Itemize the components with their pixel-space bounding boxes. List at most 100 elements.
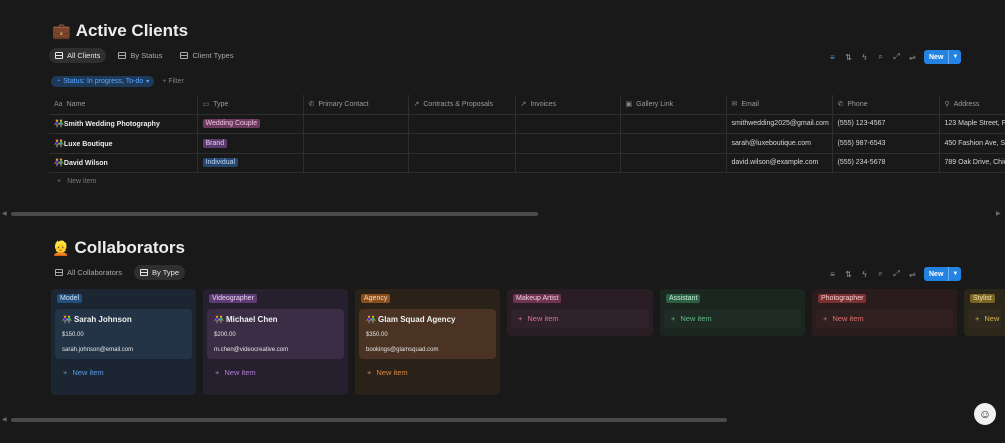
cell-primary-contact[interactable] [303, 153, 409, 173]
column-header-contracts[interactable]: ↗ Contracts & Proposals [408, 95, 516, 115]
scroll-right-icon[interactable]: ▶ [996, 210, 1001, 217]
cell-invoices[interactable] [515, 114, 621, 134]
settings-icon[interactable]: ⇌ [908, 53, 917, 62]
cell-contracts[interactable] [408, 153, 516, 173]
tab-client-types[interactable]: Client Types [174, 48, 239, 63]
type-tag: Brand [202, 138, 228, 148]
tab-by-type[interactable]: By Type [134, 265, 185, 280]
cell-primary-contact[interactable] [303, 133, 409, 154]
column-header-type[interactable]: ▭ Type [197, 95, 304, 115]
cell-phone[interactable]: (555) 123-4567 [832, 114, 940, 134]
status-filter-chip[interactable]: ◔ Status: In progress, To-do ▾ [51, 76, 155, 87]
column-header-address[interactable]: ⚲ Address [939, 95, 1005, 115]
expand-icon[interactable]: ⤢ [892, 269, 901, 279]
horizontal-scrollbar-collaborators[interactable] [11, 418, 727, 422]
column-header-name[interactable]: Aa Name [49, 95, 198, 115]
cell-primary-contact[interactable] [303, 114, 409, 134]
people-icon: 👫 [54, 119, 64, 129]
cell-phone[interactable]: (555) 234-5678 [832, 153, 940, 173]
help-assistant-button[interactable]: ☺ [974, 403, 996, 425]
new-button-clients[interactable]: New ▼ [924, 50, 962, 64]
board-column-videographer: Videographer 👫 Michael Chen $200.00 m.che… [203, 289, 348, 395]
settings-icon[interactable]: ⇌ [908, 270, 917, 279]
cell-invoices[interactable] [515, 153, 621, 173]
people-icon: 👫 [54, 138, 64, 148]
table-row[interactable]: 👫 Smith Wedding Photography Wedding Coup… [49, 114, 1005, 134]
new-item-button[interactable]: + New item [207, 364, 344, 381]
column-label: Makeup Artist [513, 294, 562, 303]
cell-contracts[interactable] [408, 114, 516, 134]
scroll-left-icon[interactable]: ◀ [2, 416, 7, 423]
new-item-button[interactable]: + New [968, 309, 1001, 328]
tab-all-collaborators[interactable]: All Collaborators [49, 265, 128, 280]
add-filter-button[interactable]: + Filter [162, 78, 184, 85]
cell-email[interactable]: smithwedding2025@gmail.com [726, 114, 833, 134]
search-icon[interactable]: ⌕ [876, 269, 885, 279]
new-item-button[interactable]: + New item [55, 364, 192, 381]
cell-name[interactable]: 👫 Smith Wedding Photography [49, 114, 198, 134]
plus-icon: + [518, 314, 523, 323]
sort-icon[interactable]: ⇅ [844, 270, 853, 279]
cell-gallery-link[interactable] [620, 133, 727, 154]
text-icon: Aa [54, 100, 63, 108]
column-label: Agency [361, 294, 391, 303]
table-row[interactable]: 👫 David Wilson Individual david.wilson@e… [49, 153, 1005, 173]
briefcase-icon: 💼 [52, 23, 71, 40]
chevron-down-icon[interactable]: ▼ [948, 267, 961, 281]
cell-email[interactable]: david.wilson@example.com [726, 153, 833, 173]
cell-invoices[interactable] [515, 133, 621, 154]
cell-gallery-link[interactable] [620, 114, 727, 134]
cell-type[interactable]: Individual [197, 153, 304, 173]
column-header-phone[interactable]: ✆ Phone [832, 95, 940, 115]
view-tabs-collaborators: All Collaborators By Type [49, 265, 185, 280]
chevron-down-icon: ▾ [146, 79, 150, 85]
card-email: m.chen@videocreative.com [214, 347, 289, 353]
tab-all-clients[interactable]: All Clients [49, 48, 107, 63]
new-item-button[interactable]: + New item [816, 309, 953, 328]
column-header-email[interactable]: ✉ Email [726, 95, 833, 115]
board-column-stylist: Stylist + New [964, 289, 1005, 336]
cell-address[interactable]: 123 Maple Street, F [939, 114, 1005, 134]
new-item-button[interactable]: + New item [511, 309, 649, 328]
plus-icon: + [367, 368, 372, 377]
cell-phone[interactable]: (555) 987-6543 [832, 133, 940, 154]
collaborator-card[interactable]: 👫 Sarah Johnson $150.00 sarah.johnson@ema… [55, 309, 192, 359]
automation-icon[interactable]: ϟ [860, 270, 869, 279]
new-item-button[interactable]: + New item [359, 364, 496, 381]
new-item-button[interactable]: + New item [664, 309, 801, 328]
cell-address[interactable]: 450 Fashion Ave, Su [939, 133, 1005, 154]
cell-contracts[interactable] [408, 133, 516, 154]
expand-icon[interactable]: ⤢ [892, 52, 901, 62]
board-icon [180, 52, 189, 59]
sort-icon[interactable]: ⇅ [844, 53, 853, 62]
cell-email[interactable]: sarah@luxeboutique.com [726, 133, 833, 154]
collaborators-toolbar: ≡ ⇅ ϟ ⌕ ⤢ ⇌ New ▼ [828, 267, 962, 281]
column-header-invoices[interactable]: ↗ Invoices [515, 95, 621, 115]
column-header-gallery-link[interactable]: ▣ Gallery Link [620, 95, 727, 115]
cell-address[interactable]: 789 Oak Drive, Chic [939, 153, 1005, 173]
table-row[interactable]: 👫 Luxe Boutique Brand sarah@luxeboutique… [49, 133, 1005, 154]
cell-type[interactable]: Brand [197, 133, 304, 154]
cell-name[interactable]: 👫 David Wilson [49, 153, 198, 173]
plus-icon: + [215, 368, 220, 377]
tab-by-status[interactable]: By Status [112, 48, 168, 63]
new-item-row-clients[interactable]: + New item [57, 178, 96, 185]
mail-icon: ✉ [731, 101, 738, 109]
new-button-collaborators[interactable]: New ▼ [924, 267, 962, 281]
horizontal-scrollbar-clients[interactable] [11, 212, 538, 216]
search-icon[interactable]: ⌕ [876, 52, 885, 62]
location-pin-icon: ⚲ [944, 101, 950, 109]
cell-gallery-link[interactable] [620, 153, 727, 173]
board-column-makeup-artist: Makeup Artist + New item [507, 289, 653, 336]
collaborator-card[interactable]: 👫 Glam Squad Agency $350.00 bookings@glam… [359, 309, 496, 359]
column-header-primary-contact[interactable]: ✆ Primary Contact [303, 95, 409, 115]
filter-icon[interactable]: ≡ [828, 270, 837, 279]
chevron-down-icon[interactable]: ▼ [948, 50, 961, 64]
automation-icon[interactable]: ϟ [860, 53, 869, 62]
view-tabs-clients: All Clients By Status Client Types [49, 48, 240, 63]
scroll-left-icon[interactable]: ◀ [2, 210, 7, 217]
collaborator-card[interactable]: 👫 Michael Chen $200.00 m.chen@videocreati… [207, 309, 344, 359]
cell-name[interactable]: 👫 Luxe Boutique [49, 133, 198, 154]
cell-type[interactable]: Wedding Couple [197, 114, 304, 134]
filter-icon[interactable]: ≡ [828, 53, 837, 62]
